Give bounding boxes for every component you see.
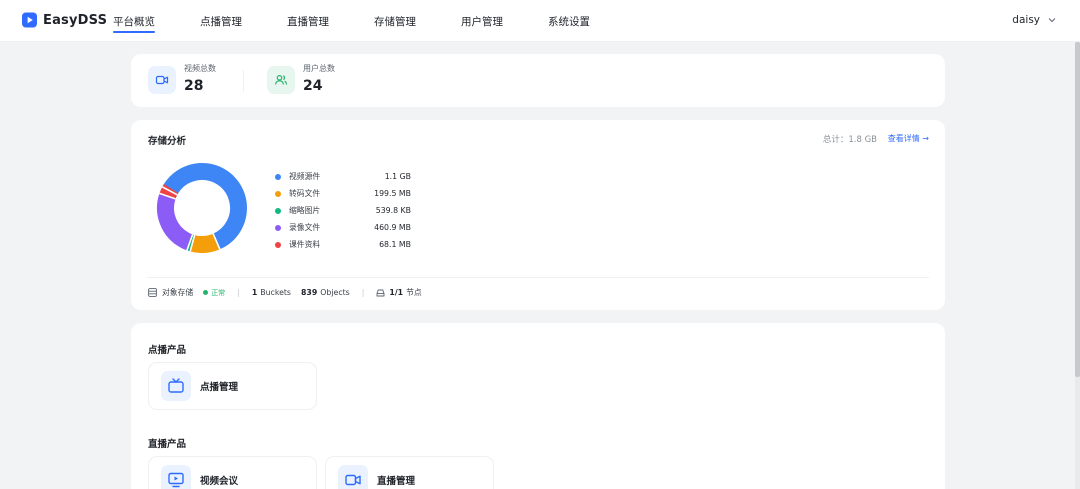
legend-value: 1.1 GB (384, 172, 411, 181)
top-navbar: EasyDSS 平台概览 点播管理 直播管理 存储管理 用户管理 系统设置 da… (0, 0, 1080, 42)
chevron-down-icon (1048, 18, 1056, 23)
object-storage-label: 对象存储 (162, 288, 194, 297)
stat-value: 28 (184, 78, 204, 94)
separator: | (237, 288, 240, 297)
objects-count: 839 (301, 288, 318, 297)
buckets-label: Buckets (260, 288, 291, 297)
storage-legend: 视频源件 1.1 GB 转码文件 199.5 MB 缩略图片 539.8 KB … (275, 168, 411, 253)
storage-footer: 对象存储 正常 | 1 Buckets 839 Objects | 1/1 节点 (148, 287, 422, 298)
nav-item-live[interactable]: 直播管理 (287, 0, 329, 42)
legend-label: 缩略图片 (289, 206, 321, 215)
legend-label: 录像文件 (289, 223, 321, 232)
stats-card: 视频总数 28 用户总数 24 (131, 54, 945, 107)
legend-label: 课件资料 (289, 240, 321, 249)
legend-item: 视频源件 1.1 GB (275, 168, 411, 185)
username: daisy (1012, 14, 1040, 26)
product-label: 直播管理 (377, 476, 416, 487)
stat-label: 用户总数 (303, 64, 335, 73)
product-tile-live-management[interactable]: 直播管理 (325, 456, 494, 489)
nav-item-storage[interactable]: 存储管理 (374, 0, 416, 42)
product-label: 视频会议 (200, 476, 239, 487)
live-products-title: 直播产品 (148, 439, 187, 450)
storage-donut-chart (157, 163, 247, 253)
nodes-count: 1/1 (389, 288, 404, 297)
legend-dot (275, 173, 281, 180)
legend-value: 199.5 MB (374, 189, 411, 198)
status-text: 正常 (211, 288, 226, 297)
nav-item-settings[interactable]: 系统设置 (548, 0, 590, 42)
legend-value: 68.1 MB (379, 240, 411, 249)
legend-item: 缩略图片 539.8 KB (275, 202, 411, 219)
stat-value: 24 (303, 78, 323, 94)
separator: | (361, 288, 365, 297)
stat-video-total: 视频总数 28 (148, 64, 216, 96)
users-icon (267, 66, 295, 94)
legend-value: 460.9 MB (374, 223, 411, 232)
app-name: EasyDSS (43, 12, 108, 28)
legend-value: 539.8 KB (375, 206, 411, 215)
nav-item-overview[interactable]: 平台概览 (113, 0, 155, 42)
product-tile-video-conference[interactable]: 视频会议 (148, 456, 317, 489)
legend-item: 转码文件 199.5 MB (275, 185, 411, 202)
status-dot (203, 290, 209, 295)
hard-drive-icon (376, 289, 385, 296)
video-camera-icon (338, 465, 368, 489)
scrollbar-thumb[interactable] (1075, 42, 1080, 377)
legend-item: 课件资料 68.1 MB (275, 236, 411, 253)
product-label: 点播管理 (200, 382, 239, 393)
monitor-play-icon (161, 465, 191, 489)
divider (147, 277, 929, 278)
legend-dot (275, 190, 281, 197)
stat-label: 视频总数 (184, 64, 216, 73)
objects-label: Objects (320, 288, 350, 297)
stat-user-total: 用户总数 24 (267, 64, 335, 96)
product-tile-vod-management[interactable]: 点播管理 (148, 362, 317, 410)
user-menu[interactable]: daisy (1012, 14, 1056, 26)
legend-dot (275, 207, 281, 214)
legend-item: 录像文件 460.9 MB (275, 219, 411, 236)
app-logo[interactable]: EasyDSS (22, 12, 107, 28)
video-camera-icon (148, 66, 176, 94)
legend-label: 视频源件 (289, 172, 321, 181)
view-details-link[interactable]: 查看详情 → (888, 133, 929, 144)
main-nav: 平台概览 点播管理 直播管理 存储管理 用户管理 系统设置 (113, 0, 635, 42)
divider (243, 70, 244, 92)
tv-icon (161, 371, 191, 401)
database-icon (148, 288, 157, 297)
legend-label: 转码文件 (289, 189, 321, 198)
nodes-label: 节点 (406, 288, 422, 297)
vod-products-title: 点播产品 (148, 345, 187, 356)
nav-item-users[interactable]: 用户管理 (461, 0, 503, 42)
section-title: 存储分析 (148, 136, 187, 147)
buckets-count: 1 (251, 288, 258, 297)
legend-dot (275, 224, 281, 231)
logo-icon (22, 12, 37, 28)
storage-analysis-card: 存储分析 总计：1.8 GB 查看详情 → 视频源件 1.1 GB 转码文件 1… (131, 120, 945, 310)
legend-dot (275, 241, 281, 248)
products-card: 点播产品 点播管理 直播产品 视频会议 直播管理 (131, 323, 945, 489)
nav-item-vod[interactable]: 点播管理 (200, 0, 242, 42)
status-badge: 正常 (203, 288, 225, 298)
storage-total: 总计：1.8 GB (822, 135, 877, 145)
